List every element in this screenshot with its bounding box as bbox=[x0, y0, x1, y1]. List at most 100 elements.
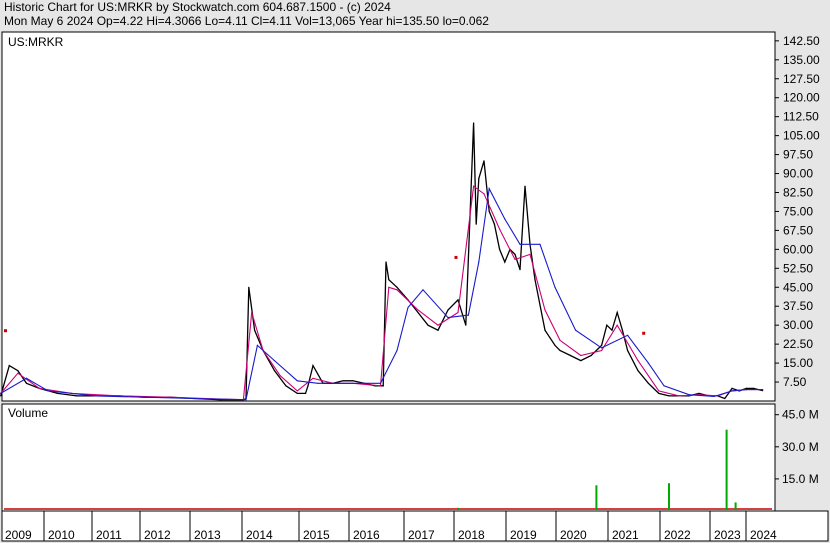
price-tick-label: 30.00 bbox=[783, 318, 813, 332]
price-tick-label: 135.00 bbox=[783, 53, 820, 67]
series-point bbox=[422, 289, 424, 291]
series-point bbox=[379, 382, 382, 384]
series-point bbox=[499, 248, 501, 250]
series-point bbox=[658, 392, 660, 394]
price-tick-label: 67.50 bbox=[783, 223, 813, 237]
year-tick-label: 2022 bbox=[664, 528, 691, 542]
series-point bbox=[245, 399, 247, 401]
series-point bbox=[352, 380, 354, 382]
series-point bbox=[678, 395, 680, 397]
series-point bbox=[396, 289, 398, 291]
series-point bbox=[465, 324, 467, 326]
volume-bar bbox=[718, 508, 721, 510]
price-tick-label: 112.50 bbox=[783, 110, 819, 124]
series-point bbox=[473, 122, 475, 124]
series-point bbox=[143, 396, 145, 398]
series-point bbox=[285, 385, 287, 387]
series-point bbox=[534, 279, 536, 281]
year-tick-label: 2014 bbox=[246, 528, 273, 542]
series-point bbox=[504, 261, 506, 263]
series-point bbox=[621, 329, 624, 331]
series-point bbox=[256, 344, 258, 346]
series-point bbox=[663, 385, 665, 387]
price-tick-label: 45.00 bbox=[783, 280, 813, 294]
series-point bbox=[519, 243, 521, 245]
series-point bbox=[601, 347, 603, 349]
series-point bbox=[478, 178, 480, 180]
price-tick-label: 15.00 bbox=[783, 356, 813, 370]
series-point bbox=[254, 329, 256, 331]
series-point bbox=[601, 349, 603, 352]
series-point bbox=[95, 395, 97, 397]
price-tick-label: 7.50 bbox=[783, 375, 807, 389]
series-point bbox=[580, 360, 582, 362]
year-tick-label: 2010 bbox=[48, 528, 75, 542]
series-point bbox=[606, 324, 608, 326]
series-point bbox=[745, 389, 748, 391]
series-point bbox=[658, 390, 660, 392]
series-point bbox=[379, 385, 382, 387]
series-point bbox=[25, 382, 28, 384]
series-point bbox=[529, 253, 531, 255]
series-point bbox=[457, 311, 459, 314]
series-point bbox=[473, 185, 475, 187]
series-point bbox=[457, 299, 459, 301]
series-point bbox=[304, 392, 307, 394]
series-point bbox=[519, 269, 521, 271]
series-point bbox=[514, 253, 516, 255]
price-tick-label: 37.50 bbox=[783, 299, 813, 313]
series-point bbox=[396, 286, 398, 288]
series-point bbox=[575, 329, 577, 331]
series-point bbox=[539, 304, 541, 306]
price-panel-title: US:MRKR bbox=[8, 35, 64, 49]
series-point bbox=[475, 223, 477, 225]
series-point bbox=[273, 360, 276, 362]
price-tick-label: 52.50 bbox=[783, 261, 813, 275]
price-marker bbox=[4, 329, 7, 333]
series-point bbox=[193, 397, 195, 400]
year-tick-label: 2017 bbox=[408, 528, 435, 542]
series-point bbox=[559, 339, 561, 341]
year-tick-label: 2009 bbox=[5, 528, 32, 542]
price-panel bbox=[1, 31, 776, 402]
series-point bbox=[0, 392, 2, 394]
series-point bbox=[590, 354, 592, 357]
year-tick-label: 2016 bbox=[353, 528, 380, 542]
series-point bbox=[437, 324, 439, 326]
series-point bbox=[549, 337, 551, 339]
series-point bbox=[499, 228, 501, 230]
year-tick-label: 2023 bbox=[714, 528, 741, 542]
series-point bbox=[317, 382, 319, 384]
series-point bbox=[437, 329, 439, 331]
series-point bbox=[524, 185, 526, 187]
year-tick-label: 2011 bbox=[96, 528, 122, 542]
year-tick-label: 2019 bbox=[510, 528, 537, 542]
series-point bbox=[483, 193, 485, 195]
series-point bbox=[483, 160, 485, 162]
price-tick-label: 22.50 bbox=[783, 337, 813, 351]
volume-panel-title: Volume bbox=[8, 406, 48, 420]
series-point bbox=[627, 349, 629, 352]
series-point bbox=[396, 349, 398, 352]
volume-bar bbox=[457, 507, 459, 510]
series-point bbox=[251, 311, 253, 314]
year-tick-label: 2015 bbox=[303, 528, 330, 542]
series-point bbox=[544, 309, 546, 311]
series-point bbox=[385, 261, 387, 263]
series-point bbox=[47, 390, 49, 392]
series-point bbox=[417, 311, 419, 314]
price-tick-label: 120.00 bbox=[783, 91, 820, 105]
series-point bbox=[544, 329, 546, 331]
series-point bbox=[698, 392, 700, 394]
series-point bbox=[601, 344, 603, 346]
series-point bbox=[388, 286, 390, 288]
series-point bbox=[762, 389, 764, 391]
volume-bar bbox=[703, 508, 705, 510]
series-point bbox=[539, 243, 541, 245]
price-marker bbox=[454, 255, 458, 259]
series-point bbox=[407, 306, 409, 309]
price-tick-label: 127.50 bbox=[783, 72, 820, 86]
price-tick-label: 142.50 bbox=[783, 34, 820, 48]
series-point bbox=[493, 223, 495, 225]
series-point bbox=[647, 362, 650, 364]
